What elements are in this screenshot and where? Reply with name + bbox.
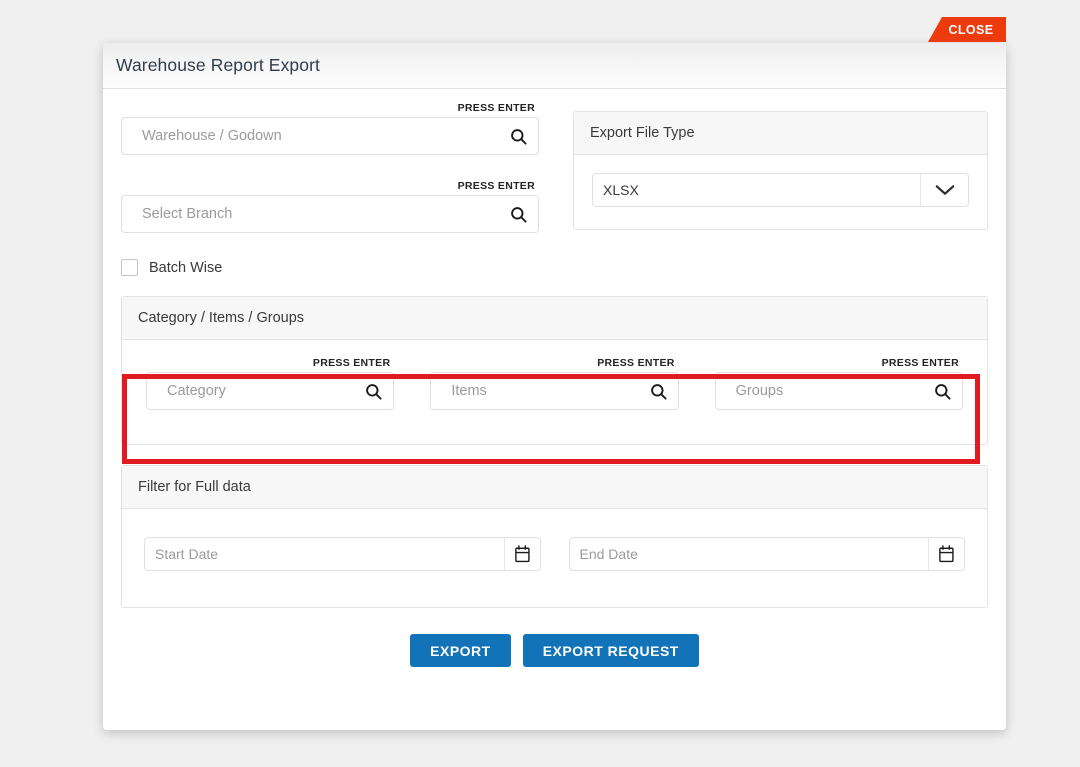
warehouse-search-field[interactable] <box>121 117 539 155</box>
items-search-field[interactable] <box>430 372 679 410</box>
export-file-type-panel: Export File Type XLSX <box>573 111 988 230</box>
category-field-block: PRESS ENTER <box>146 357 395 410</box>
branch-search-field[interactable] <box>121 195 539 233</box>
batch-wise-label: Batch Wise <box>149 259 223 276</box>
export-file-type-panel-body: XLSX <box>574 155 987 229</box>
category-fields-grid: PRESS ENTER PRESS E <box>140 357 969 410</box>
export-request-button[interactable]: EXPORT REQUEST <box>522 634 699 667</box>
end-date-input[interactable] <box>569 538 928 570</box>
start-date-field[interactable] <box>144 537 541 571</box>
category-panel-title: Category / Items / Groups <box>122 297 987 340</box>
search-icon[interactable] <box>364 382 383 401</box>
search-icon[interactable] <box>509 205 528 224</box>
date-range-grid <box>144 533 965 571</box>
export-file-type-section: Export File Type XLSX <box>573 111 988 276</box>
items-press-enter-hint: PRESS ENTER <box>597 357 675 369</box>
export-file-type-value: XLSX <box>603 182 639 198</box>
branch-input[interactable] <box>122 206 509 222</box>
export-file-type-select[interactable]: XLSX <box>592 173 969 207</box>
search-icon[interactable] <box>649 382 668 401</box>
chevron-down-icon[interactable] <box>920 174 968 206</box>
warehouse-press-enter-hint: PRESS ENTER <box>457 102 535 114</box>
category-panel-body: PRESS ENTER PRESS E <box>122 340 987 444</box>
category-items-groups-panel: Category / Items / Groups PRESS ENTER Ca… <box>121 296 988 445</box>
search-icon[interactable] <box>933 382 952 401</box>
export-dialog: Warehouse Report Export PRESS ENTER Ware… <box>103 43 1006 730</box>
groups-press-enter-hint: PRESS ENTER <box>881 357 959 369</box>
warehouse-input[interactable] <box>122 128 509 144</box>
groups-search-field[interactable] <box>714 372 963 410</box>
category-search-field[interactable] <box>146 372 395 410</box>
start-date-input[interactable] <box>145 538 504 570</box>
modal-container: Warehouse Report Export PRESS ENTER Ware… <box>103 43 1006 730</box>
export-button[interactable]: EXPORT <box>410 634 511 667</box>
filter-full-data-panel: Filter for Full data <box>121 465 988 608</box>
filter-panel-title: Filter for Full data <box>122 466 987 509</box>
category-press-enter-hint: PRESS ENTER <box>312 357 391 369</box>
warehouse-field-block: PRESS ENTER <box>121 102 539 155</box>
footer-actions: EXPORT EXPORT REQUEST <box>121 634 988 667</box>
export-file-type-panel-title: Export File Type <box>574 112 987 155</box>
branch-field-block: PRESS ENTER <box>121 180 539 233</box>
left-filters: PRESS ENTER PRESS <box>121 102 539 276</box>
modal-header: Warehouse Report Export <box>103 43 1006 89</box>
end-date-field[interactable] <box>568 537 965 571</box>
groups-field-block: PRESS ENTER <box>714 357 963 410</box>
top-section: PRESS ENTER PRESS <box>121 102 988 276</box>
modal-body: PRESS ENTER PRESS <box>103 89 1006 667</box>
page-title: Warehouse Report Export <box>116 55 320 75</box>
calendar-icon[interactable] <box>503 538 540 570</box>
category-input[interactable] <box>147 383 365 399</box>
calendar-icon[interactable] <box>928 538 964 570</box>
batch-wise-checkbox-row[interactable]: Batch Wise <box>121 259 539 276</box>
close-button[interactable]: CLOSE <box>928 17 1006 42</box>
branch-press-enter-hint: PRESS ENTER <box>457 180 535 192</box>
groups-input[interactable] <box>715 383 933 399</box>
filter-panel-body <box>122 509 987 607</box>
items-field-block: PRESS ENTER <box>430 357 679 410</box>
batch-wise-checkbox[interactable] <box>121 259 138 276</box>
search-icon[interactable] <box>509 127 528 146</box>
items-input[interactable] <box>431 383 649 399</box>
